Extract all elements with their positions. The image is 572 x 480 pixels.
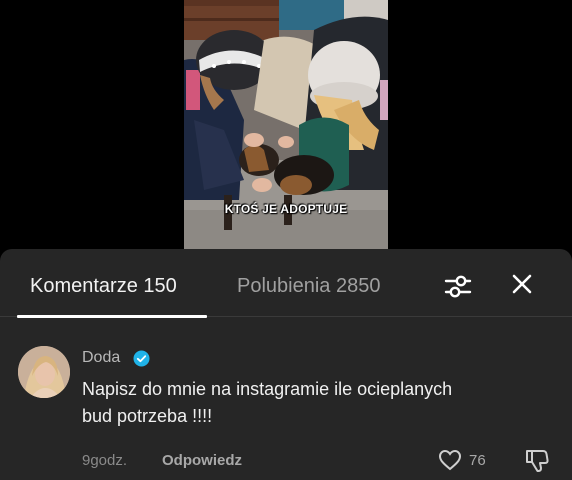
heart-icon[interactable] [438, 449, 462, 471]
verified-badge-icon [133, 350, 150, 367]
video-preview[interactable]: KTOŚ JE ADOPTUJE [184, 0, 388, 250]
thumbs-down-icon[interactable] [524, 447, 550, 473]
comment-text: Napisz do mnie na instagramie ile ociepl… [82, 379, 453, 426]
tab-likes[interactable]: Polubienia 2850 [237, 274, 380, 298]
video-caption: KTOŚ JE ADOPTUJE [224, 202, 348, 216]
comment-time: 9godz. [82, 452, 128, 469]
comment-author[interactable]: Doda [82, 348, 120, 368]
active-tab-indicator [17, 315, 207, 318]
reply-button[interactable]: Odpowiedz [162, 452, 242, 469]
avatar[interactable] [18, 346, 70, 398]
tab-comments[interactable]: Komentarze 150 [30, 274, 177, 298]
filter-icon[interactable] [442, 270, 474, 302]
close-icon[interactable] [508, 270, 536, 298]
like-count: 76 [469, 452, 486, 469]
